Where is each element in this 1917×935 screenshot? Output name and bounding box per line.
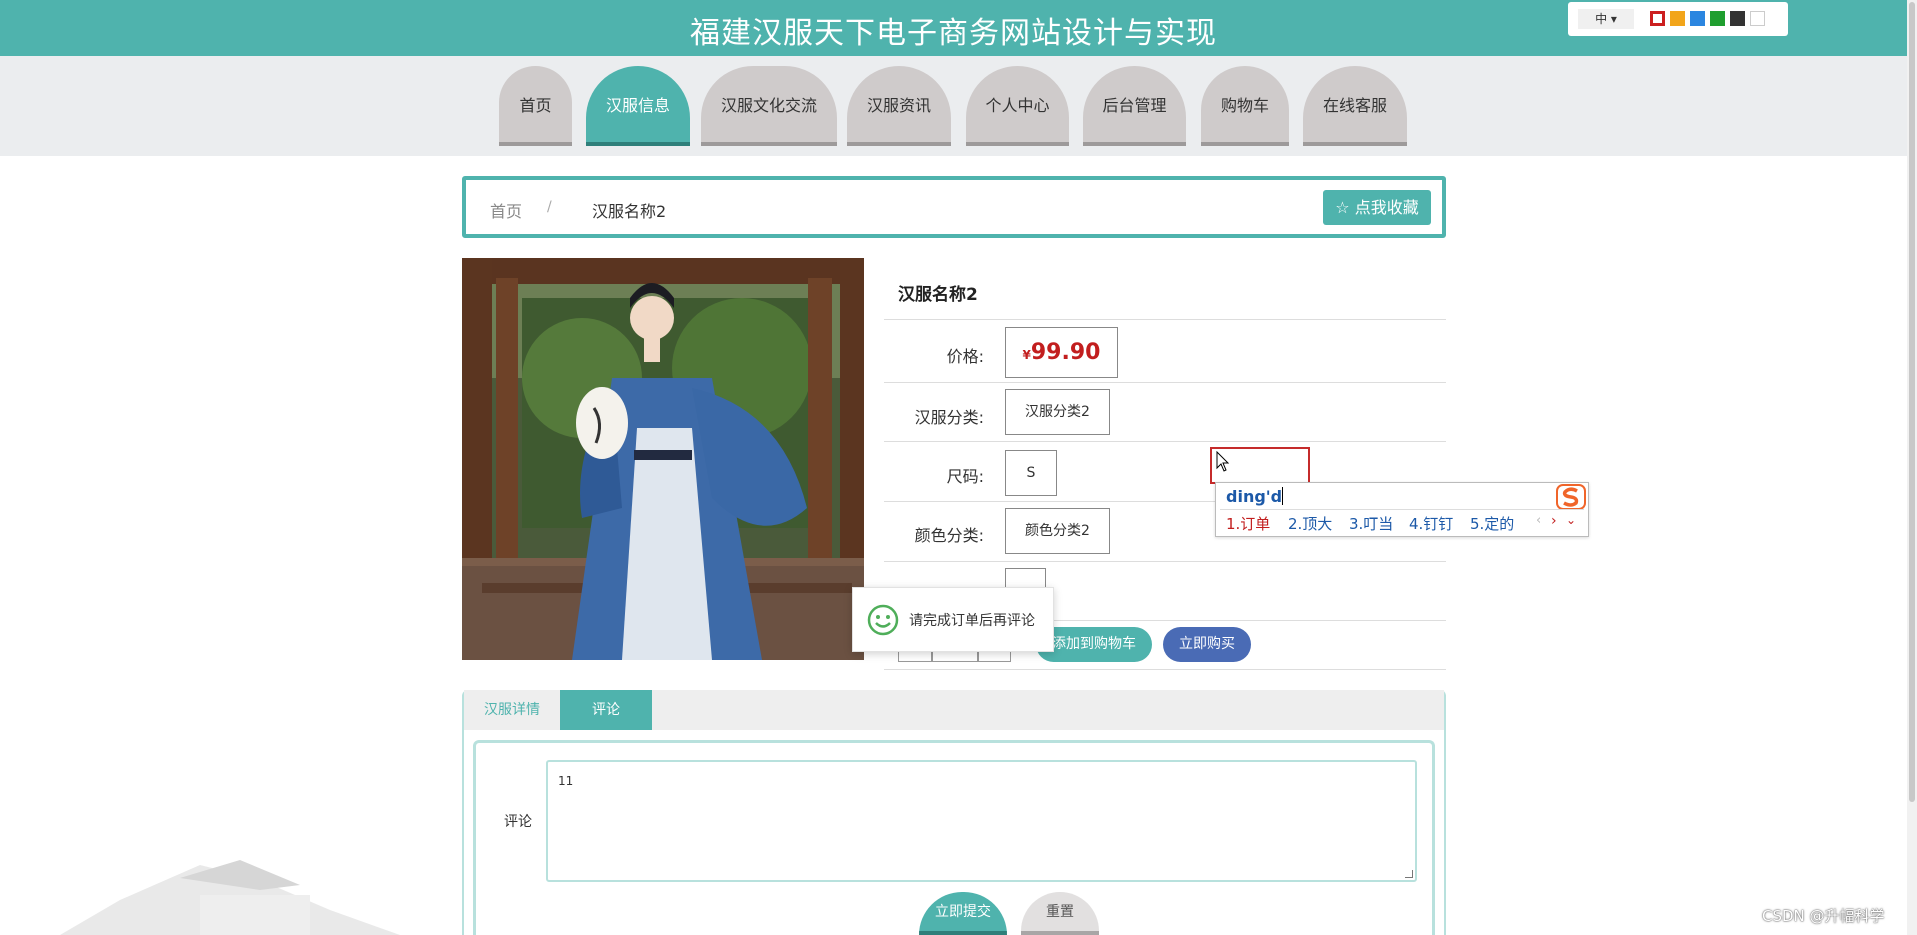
color-option[interactable]: 颜色分类2 bbox=[1005, 508, 1110, 554]
sogou-logo-icon bbox=[1556, 484, 1586, 510]
divider bbox=[884, 669, 1446, 670]
stock-box bbox=[1005, 568, 1046, 588]
ime-composition-text: ding'd bbox=[1226, 487, 1283, 506]
breadcrumb-current: 汉服名称2 bbox=[592, 202, 667, 221]
ime-next-icon[interactable]: › bbox=[1551, 513, 1557, 529]
ime-candidate[interactable]: 3.叮当 bbox=[1349, 513, 1393, 534]
divider bbox=[884, 382, 1446, 383]
theme-swatch-green[interactable] bbox=[1710, 11, 1725, 26]
toast-text: 请完成订单后再评论 bbox=[909, 613, 1035, 629]
nav-band bbox=[0, 56, 1907, 156]
size-label: 尺码: bbox=[946, 467, 984, 486]
breadcrumb-home[interactable]: 首页 bbox=[490, 198, 522, 222]
resize-grip-icon[interactable] bbox=[1405, 870, 1413, 878]
divider bbox=[884, 441, 1446, 442]
ime-separator bbox=[1220, 509, 1584, 510]
ime-candidate[interactable]: 4.钉钉 bbox=[1409, 513, 1453, 534]
ink-landscape-decoration bbox=[60, 860, 400, 935]
scrollbar-thumb[interactable] bbox=[1909, 2, 1915, 802]
comment-label: 评论 bbox=[504, 814, 532, 830]
ime-caret bbox=[1282, 487, 1284, 505]
divider bbox=[884, 319, 1446, 320]
price-currency: ¥ bbox=[1022, 348, 1031, 362]
price-box: ¥99.90 bbox=[1005, 327, 1118, 378]
theme-swatch-blue[interactable] bbox=[1690, 11, 1705, 26]
nav-item-culture-exchange[interactable]: 汉服文化交流 bbox=[701, 66, 837, 146]
ime-candidate-panel: ding'd 1.订单 2.顶大 3.叮当 4.钉钉 5.定的 ‹ › ⌄ bbox=[1215, 482, 1589, 537]
theme-swatch-white[interactable] bbox=[1750, 11, 1765, 26]
smile-icon bbox=[867, 604, 899, 636]
divider bbox=[884, 561, 1446, 562]
size-option[interactable]: S bbox=[1005, 450, 1057, 496]
toast-message: 请完成订单后再评论 bbox=[852, 587, 1054, 652]
page-scrollbar[interactable] bbox=[1907, 0, 1917, 935]
price-value: 99.90 bbox=[1030, 340, 1101, 365]
category-option[interactable]: 汉服分类2 bbox=[1005, 389, 1110, 435]
nav-item-home[interactable]: 首页 bbox=[499, 66, 572, 146]
ime-candidate[interactable]: 1.订单 bbox=[1226, 513, 1270, 534]
price-label: 价格: bbox=[946, 347, 984, 366]
color-label: 颜色分类: bbox=[914, 526, 984, 545]
ime-expand-icon[interactable]: ⌄ bbox=[1566, 513, 1576, 527]
theme-panel: 中 ▾ bbox=[1568, 2, 1788, 36]
theme-swatch-orange[interactable] bbox=[1670, 11, 1685, 26]
comment-text: 11 bbox=[558, 774, 574, 788]
language-select[interactable]: 中 ▾ bbox=[1578, 9, 1634, 29]
theme-swatch-red[interactable] bbox=[1650, 11, 1665, 26]
ime-candidate[interactable]: 5.定的 bbox=[1470, 513, 1514, 534]
category-label: 汉服分类: bbox=[914, 408, 984, 427]
ime-prev-icon[interactable]: ‹ bbox=[1536, 513, 1541, 528]
ime-composition: ding'd bbox=[1226, 487, 1284, 506]
comment-textarea[interactable]: 11 bbox=[546, 760, 1417, 882]
buy-now-button[interactable]: 立即购买 bbox=[1163, 627, 1251, 662]
mouse-cursor-icon bbox=[1216, 451, 1230, 472]
language-value: 中 bbox=[1595, 12, 1608, 26]
ime-focus-box bbox=[1210, 447, 1310, 484]
product-name: 汉服名称2 bbox=[898, 285, 978, 305]
page-root: { "header": { "title": "福建汉服天下电子商务网站设计与实… bbox=[0, 0, 1917, 935]
watermark: CSDN @升幅科学 bbox=[1762, 907, 1885, 925]
breadcrumb-separator: / bbox=[547, 199, 552, 215]
tab-hanfu-detail[interactable]: 汉服详情 bbox=[464, 690, 560, 730]
collect-button[interactable]: ☆ 点我收藏 bbox=[1323, 190, 1431, 225]
theme-swatch-black[interactable] bbox=[1730, 11, 1745, 26]
nav-item-cart[interactable]: 购物车 bbox=[1201, 66, 1289, 146]
ime-candidate[interactable]: 2.顶大 bbox=[1288, 513, 1332, 534]
product-image bbox=[462, 258, 864, 660]
tab-comment[interactable]: 评论 bbox=[560, 690, 652, 730]
